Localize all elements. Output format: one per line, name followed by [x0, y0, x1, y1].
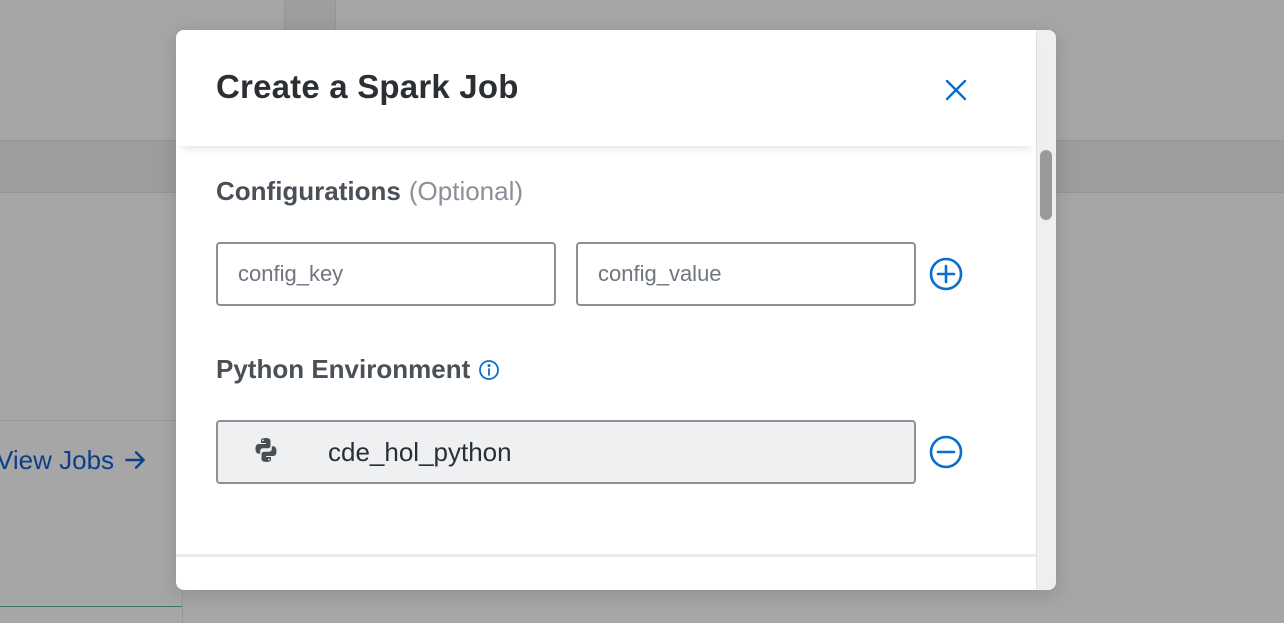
optional-label: (Optional) [408, 176, 524, 206]
modal-header: Create a Spark Job [176, 30, 1036, 146]
remove-python-environment-button[interactable] [928, 434, 964, 470]
python-environment-field[interactable]: cde_hol_python [216, 420, 916, 484]
close-icon [945, 79, 967, 101]
view-jobs-label: View Jobs [0, 444, 115, 475]
configurations-title: Configurations [216, 176, 401, 206]
configurations-label: Configurations (Optional) [216, 176, 523, 207]
python-environment-value: cde_hol_python [328, 436, 512, 467]
config-key-input[interactable] [216, 242, 556, 306]
config-value-input[interactable] [576, 242, 916, 306]
minus-circle-icon [929, 435, 963, 469]
add-configuration-button[interactable] [928, 256, 964, 292]
python-icon [255, 438, 277, 462]
arrow-right-icon [125, 451, 145, 469]
modal-body: Configurations (Optional) Python Environ… [176, 146, 1036, 556]
scrollbar-track[interactable] [1036, 30, 1056, 590]
scrollbar-thumb[interactable] [1040, 150, 1052, 220]
python-environment-title: Python Environment [216, 354, 471, 384]
background-panel-line [0, 606, 182, 607]
footer-divider [176, 554, 1036, 557]
plus-circle-icon [929, 257, 963, 291]
python-environment-label: Python Environment [216, 354, 500, 385]
create-spark-job-modal: Create a Spark Job Configurations (Optio… [176, 30, 1056, 590]
info-icon[interactable] [478, 359, 500, 381]
modal-title: Create a Spark Job [216, 68, 519, 105]
close-button[interactable] [940, 74, 972, 106]
view-jobs-link[interactable]: View Jobs [0, 442, 148, 478]
